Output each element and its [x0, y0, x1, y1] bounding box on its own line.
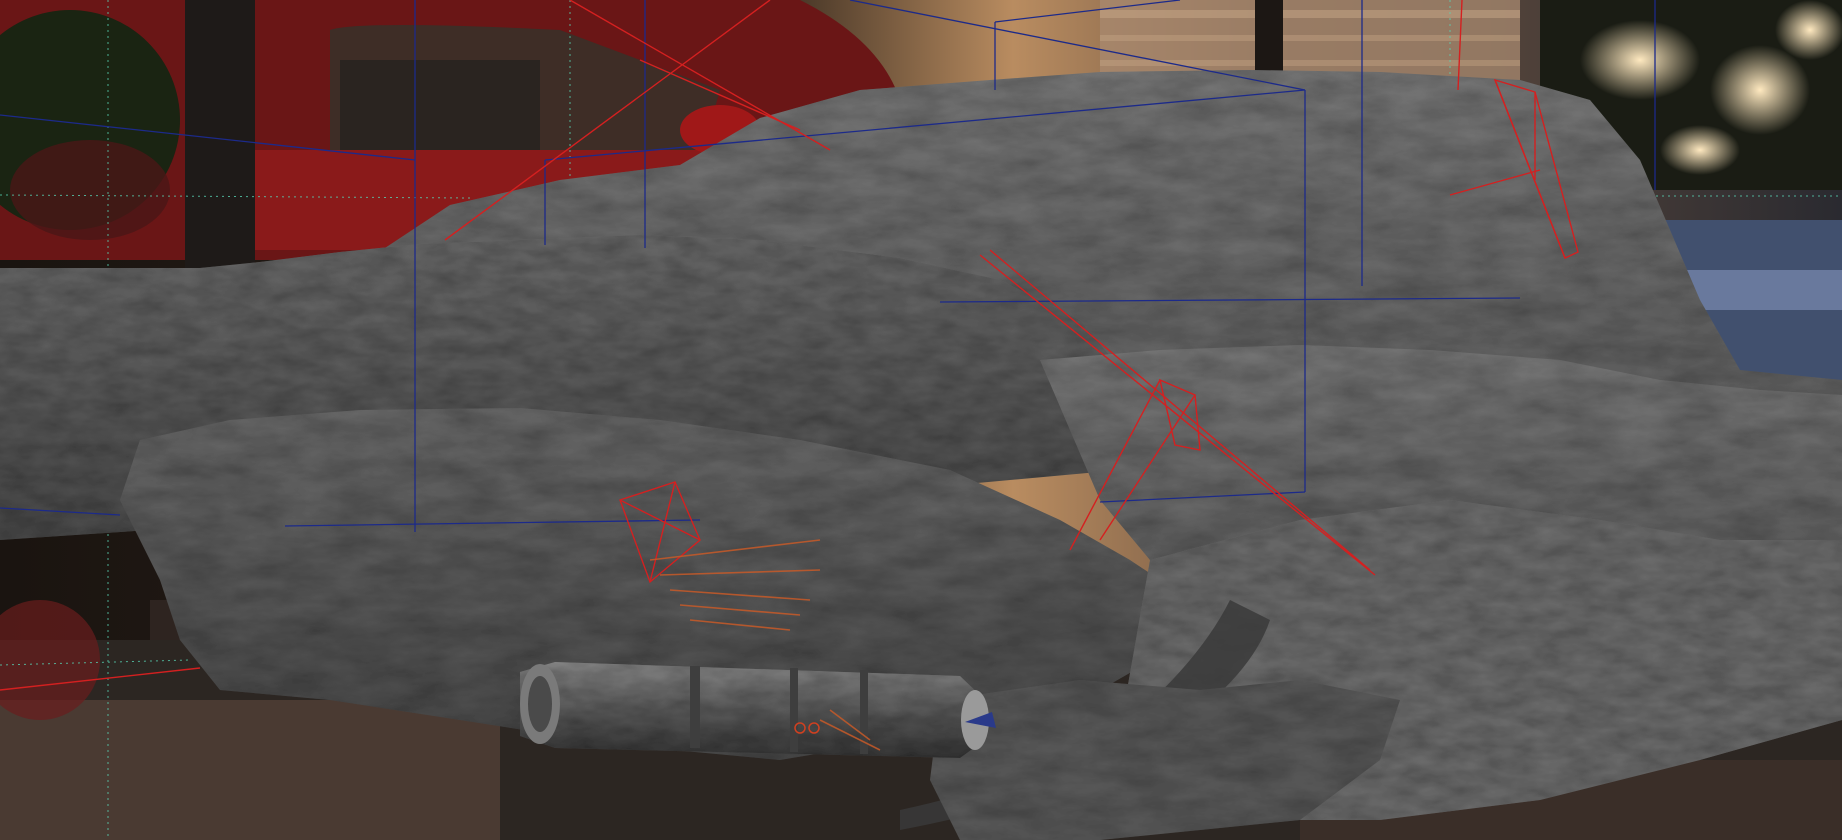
- cylindrical-machine-model[interactable]: [520, 662, 996, 758]
- viewport-canvas[interactable]: [0, 0, 1842, 840]
- 3d-viewport[interactable]: [0, 0, 1842, 840]
